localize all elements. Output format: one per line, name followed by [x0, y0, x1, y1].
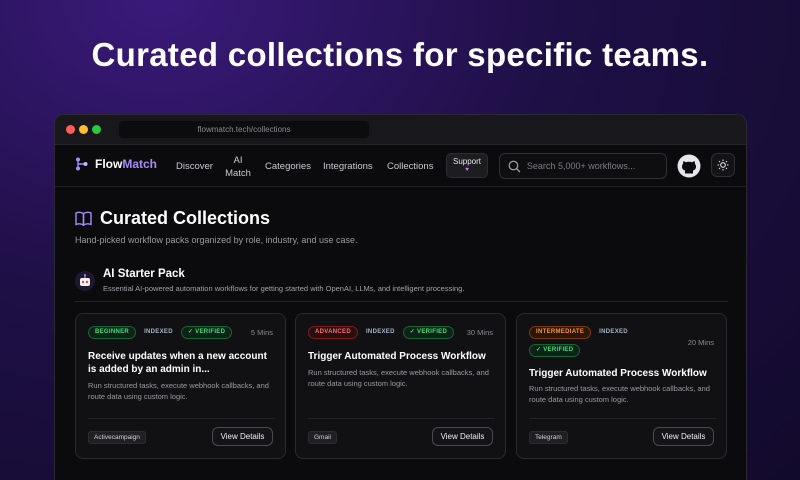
github-icon[interactable] [677, 154, 701, 178]
search-box[interactable] [499, 153, 667, 179]
verified-label: VERIFIED [195, 329, 226, 335]
minimize-window-dot[interactable] [79, 125, 88, 134]
card-badges: ADVANCED INDEXED ✓ VERIFIED [308, 326, 455, 339]
indexed-badge: INDEXED [144, 329, 173, 335]
nav-collections[interactable]: Collections [387, 161, 433, 173]
collection-description: Essential AI-powered automation workflow… [103, 284, 465, 293]
nav-ai-match[interactable]: AI Match [225, 154, 251, 180]
view-details-button[interactable]: View Details [653, 427, 714, 446]
browser-window: flowmatch.tech/collections FlowMatch Dis… [54, 114, 747, 480]
view-details-button[interactable]: View Details [212, 427, 273, 446]
heart-icon: ♥ [465, 167, 469, 173]
duration-label: 5 Mins [250, 328, 273, 337]
headline: Curated collections for specific teams. [91, 36, 709, 73]
workflow-card[interactable]: ADVANCED INDEXED ✓ VERIFIED 30 Mins Trig… [295, 313, 506, 459]
nav-integrations[interactable]: Integrations [323, 161, 373, 173]
card-badges: BEGINNER INDEXED ✓ VERIFIED [88, 326, 233, 339]
verified-badge: ✓ VERIFIED [529, 344, 581, 357]
nav-categories[interactable]: Categories [265, 161, 311, 173]
verified-label: VERIFIED [543, 347, 574, 353]
card-description: Run structured tasks, execute webhook ca… [308, 368, 489, 388]
page-title: Curated Collections [75, 208, 270, 229]
level-badge: INTERMEDIATE [529, 326, 592, 339]
card-description: Run structured tasks, execute webhook ca… [88, 381, 269, 401]
duration-label: 30 Mins [466, 328, 493, 337]
level-badge: ADVANCED [308, 326, 358, 339]
card-divider [308, 418, 495, 419]
view-details-button[interactable]: View Details [432, 427, 493, 446]
theme-toggle-button[interactable] [711, 153, 735, 177]
brand-suffix: Match [122, 157, 157, 171]
browser-chrome: flowmatch.tech/collections [55, 115, 746, 145]
card-divider [529, 418, 716, 419]
search-icon [508, 160, 521, 172]
sun-icon [717, 159, 729, 171]
address-bar[interactable]: flowmatch.tech/collections [119, 121, 369, 138]
duration-label: 20 Mins [687, 338, 714, 347]
section-divider [75, 301, 728, 302]
collection-header: AI Starter Pack Essential AI-powered aut… [75, 268, 464, 293]
flow-logo-icon [76, 157, 88, 171]
level-badge: BEGINNER [88, 326, 137, 339]
verified-label: VERIFIED [417, 329, 448, 335]
close-window-dot[interactable] [66, 125, 75, 134]
search-input[interactable] [526, 161, 666, 171]
book-icon [75, 211, 92, 226]
top-nav: FlowMatch Discover AI Match Categories I… [55, 145, 746, 187]
card-title[interactable]: Trigger Automated Process Workflow [529, 367, 719, 380]
collection-title: AI Starter Pack [103, 268, 185, 280]
check-circle-icon: ✓ [409, 329, 418, 335]
brand-name: FlowMatch [95, 157, 157, 171]
card-title[interactable]: Trigger Automated Process Workflow [308, 350, 498, 363]
verified-badge: ✓ VERIFIED [180, 326, 233, 339]
card-badges: INTERMEDIATE INDEXED [529, 326, 631, 339]
maximize-window-dot[interactable] [92, 125, 101, 134]
robot-icon [75, 271, 95, 291]
logo[interactable]: FlowMatch [75, 157, 157, 171]
support-button[interactable]: Support ♥ [446, 153, 488, 178]
integration-tag: Activecampaign [88, 431, 146, 444]
integration-tag: Telegram [529, 431, 568, 444]
indexed-badge: INDEXED [365, 329, 395, 335]
workflow-card[interactable]: INTERMEDIATE INDEXED ✓ VERIFIED 20 Mins … [516, 313, 727, 459]
indexed-badge: INDEXED [599, 329, 628, 335]
page-title-text: Curated Collections [100, 208, 271, 228]
integration-tag: Gmail [308, 431, 337, 444]
card-title[interactable]: Receive updates when a new account is ad… [88, 350, 278, 376]
nav-discover[interactable]: Discover [176, 161, 213, 173]
brand-prefix: Flow [95, 157, 123, 171]
verified-badge: ✓ VERIFIED [402, 326, 455, 339]
workflow-card[interactable]: BEGINNER INDEXED ✓ VERIFIED 5 Mins Recei… [75, 313, 286, 459]
support-label: Support [452, 157, 482, 166]
card-description: Run structured tasks, execute webhook ca… [529, 384, 710, 404]
card-divider [88, 418, 275, 419]
page-subtitle: Hand-picked workflow packs organized by … [75, 235, 358, 245]
